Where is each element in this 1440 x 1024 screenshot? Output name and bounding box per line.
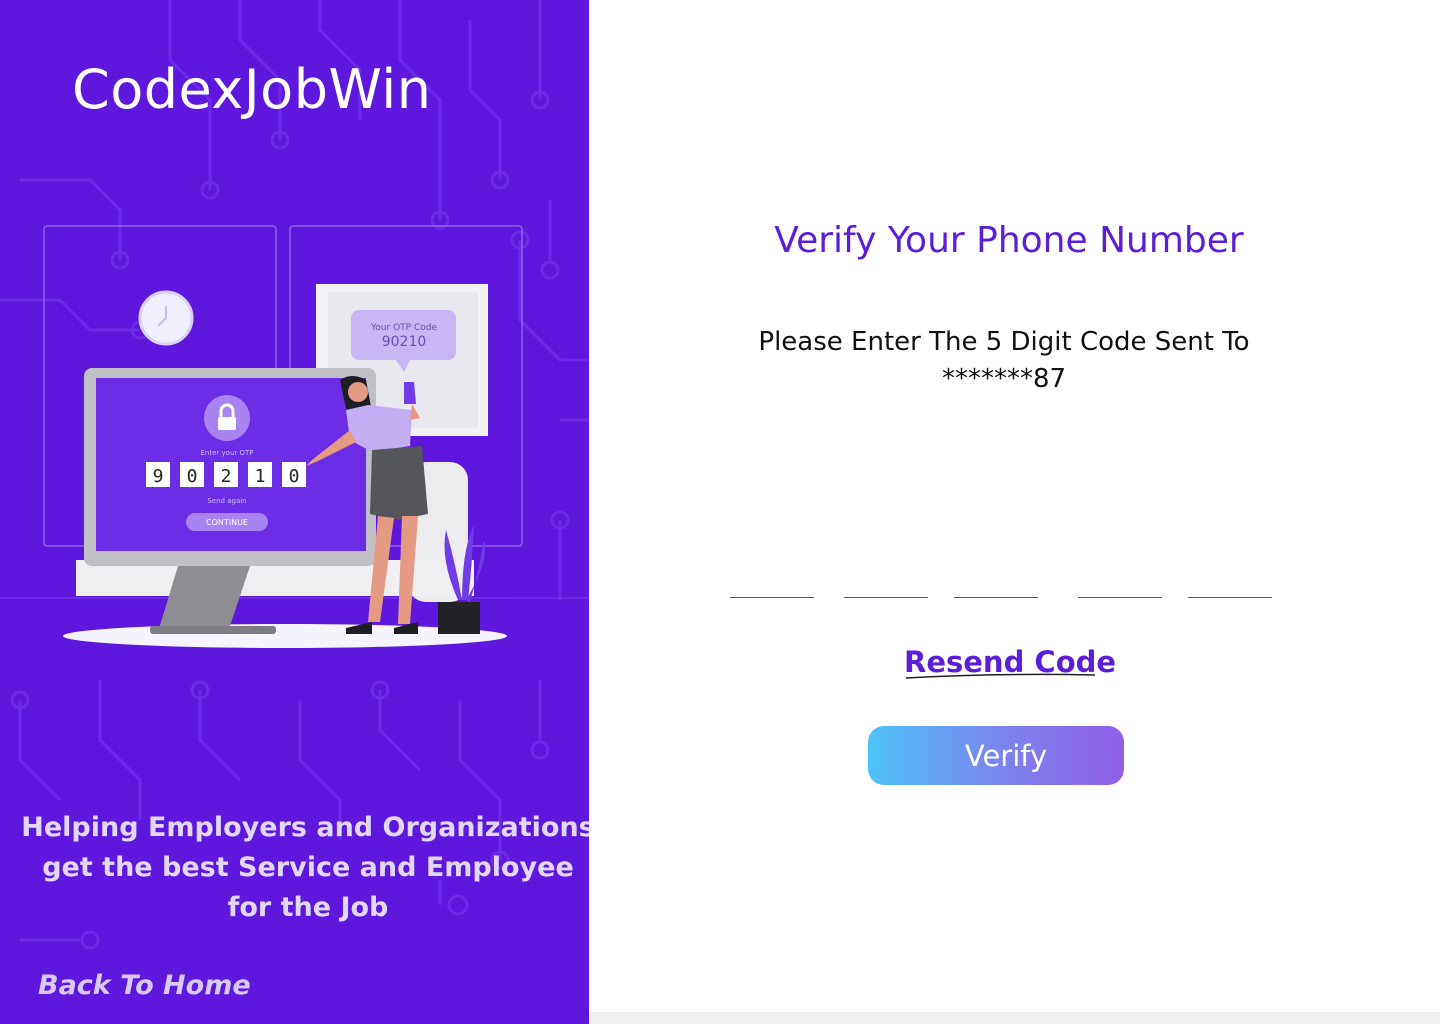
tagline: Helping Employers and Organizations get … [20, 808, 589, 928]
page-title: Verify Your Phone Number [774, 220, 1244, 261]
screen-otp-prompt: Enter your OTP [201, 449, 254, 457]
otp-digit-input-2[interactable] [844, 560, 928, 598]
resend-underline [905, 673, 1096, 679]
brand-panel: CodexJobWin Enter your OTP 9 0 2 1 0 Sen… [0, 0, 589, 1024]
screen-send-again: Send again [207, 497, 246, 505]
tagline-line: Helping Employers and Organizations [21, 812, 589, 843]
bottom-scroll-strip [589, 1012, 1440, 1024]
screen-digit: 0 [289, 466, 300, 487]
tagline-line: for the Job [227, 892, 389, 923]
screen-digit: 0 [187, 466, 198, 487]
brand-logo-text[interactable]: CodexJobWin [72, 58, 431, 121]
bubble-otp-code: 90210 [382, 334, 427, 350]
bubble-otp-label: Your OTP Code [370, 323, 437, 333]
otp-input-group [589, 560, 1440, 600]
otp-digit-input-5[interactable] [1188, 560, 1272, 598]
screen-digit: 9 [153, 466, 164, 487]
verify-panel: Verify Your Phone Number Please Enter Th… [589, 0, 1440, 1024]
tagline-line: get the best Service and Employee [42, 852, 574, 883]
instruction-line: Please Enter The 5 Digit Code Sent To [758, 327, 1250, 357]
back-to-home-link[interactable]: Back To Home [38, 970, 251, 1001]
otp-digit-input-3[interactable] [954, 560, 1038, 598]
instruction-text: Please Enter The 5 Digit Code Sent To **… [729, 324, 1279, 398]
verify-button[interactable]: Verify [868, 726, 1124, 785]
otp-digit-input-1[interactable] [730, 560, 814, 598]
masked-phone-number: *******87 [941, 364, 1067, 394]
otp-digit-input-4[interactable] [1078, 560, 1162, 598]
screen-digit: 2 [221, 466, 232, 487]
screen-digit: 1 [255, 466, 266, 487]
screen-continue-button: CONTINUE [206, 518, 248, 527]
otp-illustration: Enter your OTP 9 0 2 1 0 Send again CONT… [43, 225, 523, 648]
